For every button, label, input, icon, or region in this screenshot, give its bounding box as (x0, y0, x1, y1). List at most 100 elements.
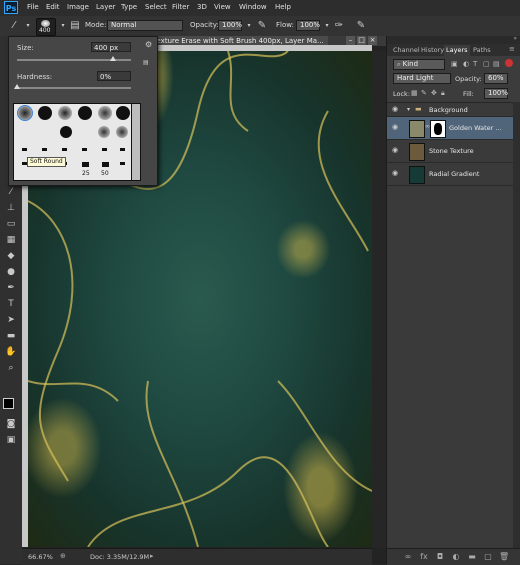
soft-round-brush-tip[interactable] (98, 126, 110, 138)
menu-type[interactable]: Type (121, 3, 137, 11)
eye-icon[interactable]: ◉ (392, 169, 401, 178)
brush-tip-small[interactable] (120, 148, 125, 151)
shape-filter-icon[interactable]: ▢ (483, 60, 490, 68)
adjustment-layer-icon[interactable]: ◐ (451, 552, 461, 562)
pixel-filter-icon[interactable]: ▣ (451, 60, 458, 68)
brush-tip-small[interactable] (102, 148, 107, 151)
lock-position-icon[interactable]: ✥ (431, 89, 437, 97)
pressure-size-icon[interactable]: ✎ (355, 20, 367, 32)
tab-channel[interactable]: Channel (391, 45, 422, 56)
group-expand-icon[interactable]: ▾ (407, 106, 410, 113)
mode-select[interactable]: Normal (107, 20, 183, 31)
hard-round-brush-tip[interactable] (116, 106, 130, 120)
dodge-icon[interactable]: ● (4, 266, 18, 278)
brush-tip-small[interactable] (22, 148, 27, 151)
layer-row-radial-gradient[interactable]: ◉ Radial Gradient (387, 163, 513, 186)
eraser-icon[interactable]: ▭ (4, 218, 18, 230)
layer-row-golden-water[interactable]: ◉ ∞ Golden Water ... (387, 117, 513, 140)
collapse-panel-icon[interactable]: » (513, 35, 517, 42)
lock-transparency-icon[interactable]: ▦ (411, 89, 418, 97)
status-arrow-icon[interactable]: ▸ (150, 552, 154, 560)
brush-tip-small[interactable] (82, 162, 89, 167)
hard-round-brush-tip[interactable] (78, 106, 92, 120)
blend-mode-select[interactable]: Hard Light (393, 73, 451, 84)
minimize-icon[interactable]: – (346, 36, 355, 45)
brush-grid-scrollbar[interactable] (131, 103, 141, 181)
adjustment-filter-icon[interactable]: ◐ (463, 60, 469, 68)
new-preset-icon[interactable]: ▤ (143, 59, 151, 67)
menu-edit[interactable]: Edit (46, 3, 60, 11)
type-icon[interactable]: T (4, 298, 18, 310)
vertical-scrollbar[interactable] (372, 51, 386, 548)
status-info-icon[interactable]: ⊕ (60, 552, 66, 560)
menu-window[interactable]: Window (239, 3, 267, 11)
flow-input[interactable]: 100% (296, 20, 320, 31)
lock-pixels-icon[interactable]: ✎ (421, 89, 427, 97)
soft-round-brush-tip[interactable] (17, 105, 33, 121)
hardness-slider[interactable] (14, 84, 131, 89)
gear-icon[interactable]: ⚙ (145, 41, 153, 49)
menu-select[interactable]: Select (145, 3, 167, 11)
blur-icon[interactable]: ◆ (4, 250, 18, 262)
brush-tool-icon[interactable]: ⁄ (4, 186, 18, 198)
hardness-slider-knob[interactable] (14, 84, 20, 89)
close-icon[interactable]: × (368, 36, 377, 45)
layer-row-stone-texture[interactable]: ◉ Stone Texture (387, 140, 513, 163)
pressure-opacity-icon[interactable]: ✎ (256, 20, 268, 32)
soft-round-brush-tip[interactable] (98, 106, 112, 120)
chevron-down-icon[interactable]: ▾ (57, 20, 69, 32)
panel-menu-icon[interactable]: ≡ (509, 45, 515, 53)
fill-input[interactable]: 100% (484, 88, 508, 99)
menu-layer[interactable]: Layer (96, 3, 116, 11)
menu-file[interactable]: File (27, 3, 39, 11)
brush-tip-small[interactable] (102, 162, 109, 167)
chevron-down-icon[interactable]: ▾ (22, 20, 34, 32)
new-layer-icon[interactable]: ▢ (483, 552, 493, 562)
zoom-level[interactable]: 66.67% (28, 553, 53, 561)
maximize-icon[interactable]: □ (357, 36, 366, 45)
link-layers-icon[interactable]: ∞ (403, 552, 413, 562)
layer-group-row[interactable]: ◉ ▾ ▬ Background (387, 103, 513, 117)
path-selection-icon[interactable]: ➤ (4, 314, 18, 326)
tab-paths[interactable]: Paths (471, 45, 493, 56)
layer-mask-thumbnail[interactable] (430, 120, 446, 138)
layers-scrollbar[interactable] (513, 102, 520, 548)
chevron-down-icon[interactable]: ▾ (321, 20, 333, 32)
size-slider[interactable] (17, 56, 131, 61)
airbrush-icon[interactable]: ✑ (333, 20, 345, 32)
tab-history[interactable]: History (419, 45, 446, 56)
menu-help[interactable]: Help (275, 3, 291, 11)
brush-panel-toggle-icon[interactable]: ▤ (69, 20, 81, 32)
brush-tip-small[interactable] (42, 148, 47, 151)
shape-icon[interactable]: ▬ (4, 330, 18, 342)
hard-round-brush-tip[interactable] (60, 126, 72, 138)
foreground-color-swatch[interactable] (3, 398, 14, 409)
add-mask-icon[interactable]: ◘ (435, 552, 445, 562)
brush-tip-small[interactable] (82, 148, 87, 151)
menu-filter[interactable]: Filter (172, 3, 189, 11)
size-input[interactable]: 400 px (91, 42, 131, 52)
filter-toggle-icon[interactable] (505, 59, 513, 67)
hand-icon[interactable]: ✋ (4, 346, 18, 358)
fx-icon[interactable]: fx (419, 552, 429, 562)
menu-view[interactable]: View (214, 3, 231, 11)
brush-tip-small[interactable] (120, 162, 125, 165)
brush-tool-icon[interactable]: ⁄ (8, 20, 20, 32)
menu-image[interactable]: Image (67, 3, 89, 11)
size-slider-knob[interactable] (109, 56, 116, 61)
type-filter-icon[interactable]: T (473, 60, 477, 68)
menu-3d[interactable]: 3D (197, 3, 207, 11)
opacity-input[interactable]: 100% (218, 20, 242, 31)
brush-preset-picker[interactable]: 400 (36, 18, 56, 36)
eye-icon[interactable]: ◉ (392, 123, 401, 132)
pen-icon[interactable]: ✒ (4, 282, 18, 294)
hardness-input[interactable]: 0% (97, 71, 131, 81)
new-group-icon[interactable]: ▬ (467, 552, 477, 562)
clone-stamp-icon[interactable]: ⊥ (4, 202, 18, 214)
smart-object-filter-icon[interactable]: ▤ (493, 60, 500, 68)
trash-icon[interactable]: 🗑︎ (499, 552, 509, 562)
tab-layers[interactable]: Layers (444, 45, 470, 56)
gradient-icon[interactable]: ▦ (4, 234, 18, 246)
soft-round-brush-tip[interactable] (58, 106, 72, 120)
eye-icon[interactable]: ◉ (392, 146, 401, 155)
